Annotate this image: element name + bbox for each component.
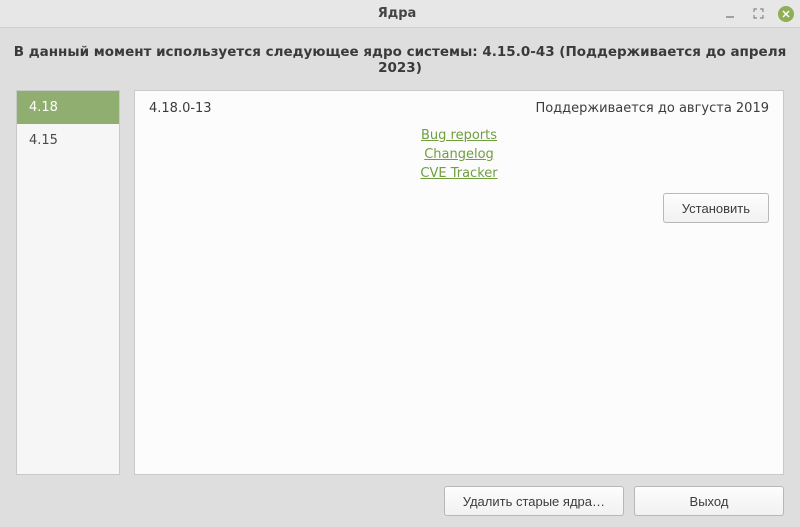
titlebar: Ядра <box>0 0 800 28</box>
kernel-version: 4.18.0-13 <box>149 101 212 116</box>
remove-old-kernels-button[interactable]: Удалить старые ядра… <box>444 486 624 516</box>
install-row: Установить <box>149 193 769 223</box>
kernel-series-sidebar: 4.18 4.15 <box>16 90 120 475</box>
current-kernel-message: В данный момент используется следующее я… <box>0 28 800 90</box>
changelog-link[interactable]: Changelog <box>424 147 494 162</box>
bug-reports-link[interactable]: Bug reports <box>421 128 497 143</box>
kernel-manager-window: Ядра В данный момент использует <box>0 0 800 527</box>
sidebar-item-label: 4.18 <box>29 100 58 115</box>
kernel-details-panel: 4.18.0-13 Поддерживается до августа 2019… <box>134 90 784 475</box>
footer: Удалить старые ядра… Выход <box>0 475 800 527</box>
window-title: Ядра <box>378 6 417 21</box>
kernel-links: Bug reports Changelog CVE Tracker <box>149 128 769 181</box>
sidebar-item-label: 4.15 <box>29 133 58 148</box>
minimize-button[interactable] <box>722 6 738 22</box>
close-button[interactable] <box>778 6 794 22</box>
kernel-row: 4.18.0-13 Поддерживается до августа 2019 <box>149 101 769 116</box>
cve-tracker-link[interactable]: CVE Tracker <box>420 166 497 181</box>
install-button[interactable]: Установить <box>663 193 769 223</box>
sidebar-item-4-18[interactable]: 4.18 <box>17 91 119 124</box>
exit-button[interactable]: Выход <box>634 486 784 516</box>
kernel-support-text: Поддерживается до августа 2019 <box>535 101 769 116</box>
main-area: 4.18 4.15 4.18.0-13 Поддерживается до ав… <box>0 90 800 475</box>
maximize-button[interactable] <box>750 6 766 22</box>
sidebar-item-4-15[interactable]: 4.15 <box>17 124 119 157</box>
